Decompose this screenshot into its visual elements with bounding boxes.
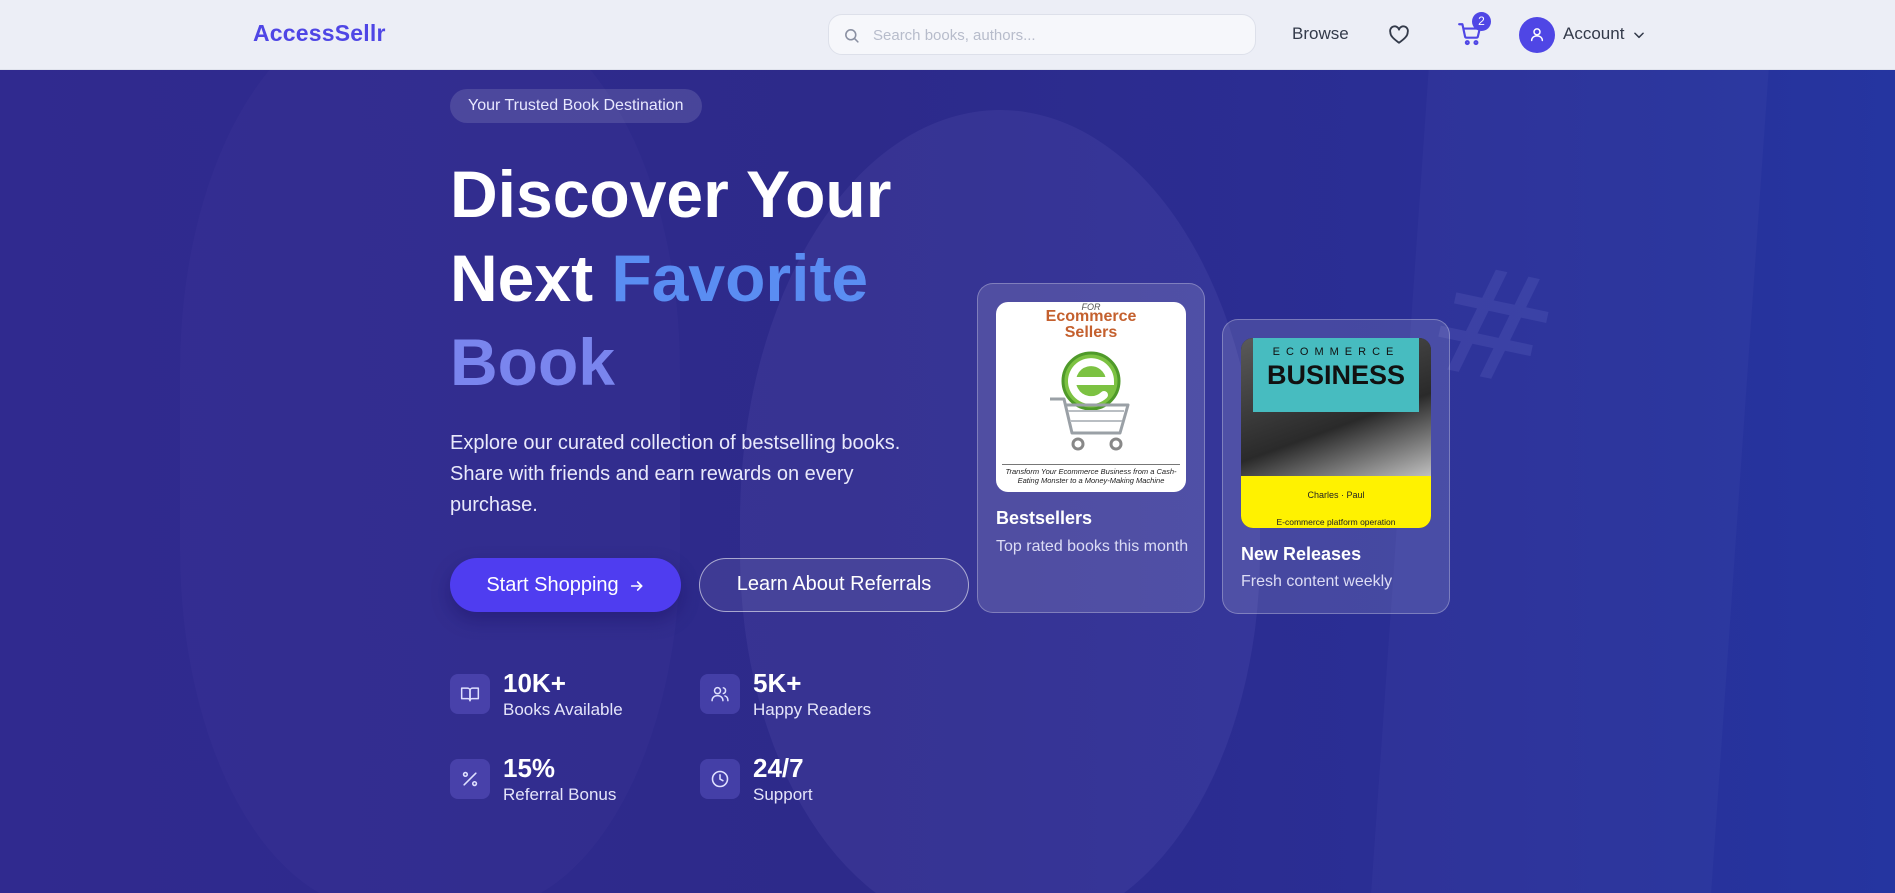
hero-heading-line-3: Book bbox=[450, 325, 615, 399]
browse-link[interactable]: Browse bbox=[1292, 24, 1349, 44]
cart-count-badge: 2 bbox=[1472, 12, 1491, 31]
stat-value: 5K+ bbox=[753, 668, 802, 698]
stat-icon-box bbox=[700, 674, 740, 714]
cover-title: BUSINESS bbox=[1266, 360, 1406, 390]
stat-icon-box bbox=[700, 759, 740, 799]
book-icon bbox=[460, 687, 480, 702]
cover-bottom-text: E-commerce platform operation bbox=[1276, 517, 1396, 527]
stat-label: Referral Bonus bbox=[503, 785, 617, 804]
learn-about-referrals-button[interactable]: Learn About Referrals bbox=[699, 558, 969, 612]
stat-value: 24/7 bbox=[753, 753, 804, 783]
hero-heading-plain: Next bbox=[450, 241, 612, 315]
hero-heading: Discover Your Next Favorite Book bbox=[450, 152, 990, 404]
chevron-down-icon[interactable] bbox=[1632, 28, 1646, 42]
hero-heading-line-2: Next Favorite bbox=[450, 236, 990, 320]
stat-label: Happy Readers bbox=[753, 700, 872, 719]
clock-icon bbox=[711, 770, 729, 788]
search-bar[interactable] bbox=[828, 14, 1256, 55]
bestsellers-card[interactable]: FOR Ecommerce Sellers Transform Your Eco… bbox=[977, 283, 1205, 613]
card-title: New Releases bbox=[1241, 544, 1362, 564]
stat-value: 15% bbox=[503, 753, 556, 783]
arrow-right-icon bbox=[630, 580, 643, 591]
book-cover-ecommerce-business[interactable]: ECOMMERCE BUSINESS Charles · Paul E-comm… bbox=[1241, 338, 1431, 528]
cover-title-line-2: Sellers bbox=[1064, 324, 1118, 341]
card-title: Bestsellers bbox=[996, 508, 1093, 528]
search-icon bbox=[845, 29, 859, 43]
cover-top-text: ECOMMERCE bbox=[1272, 346, 1400, 358]
hero-heading-line-1: Discover Your bbox=[450, 157, 892, 231]
card-subtitle: Fresh content weekly bbox=[1241, 573, 1393, 590]
stat-label: Support bbox=[753, 785, 813, 804]
stat-icon-box bbox=[450, 674, 490, 714]
tagline-badge: Your Trusted Book Destination bbox=[450, 89, 702, 123]
cover-footer: Charles · Paul E-commerce platform opera… bbox=[1241, 476, 1431, 528]
cover-subtitle: Transform Your Ecommerce Business from a… bbox=[1002, 464, 1180, 485]
book-cover-ecommerce-sellers[interactable]: FOR Ecommerce Sellers Transform Your Eco… bbox=[996, 302, 1186, 492]
top-navbar: AccessSellr Browse 2 Account bbox=[0, 0, 1895, 70]
hero-heading-accent: Favorite bbox=[611, 241, 869, 315]
account-menu-label[interactable]: Account bbox=[1563, 24, 1624, 44]
new-releases-card[interactable]: ECOMMERCE BUSINESS Charles · Paul E-comm… bbox=[1222, 319, 1450, 614]
start-shopping-label: Start Shopping bbox=[486, 574, 619, 596]
cover-title-band: ECOMMERCE BUSINESS bbox=[1253, 338, 1419, 412]
avatar[interactable] bbox=[1519, 17, 1555, 53]
stat-label: Books Available bbox=[503, 700, 623, 719]
cover-author: Charles · Paul bbox=[1307, 490, 1365, 500]
cover-title: Ecommerce Sellers bbox=[996, 309, 1186, 341]
logo[interactable]: AccessSellr bbox=[253, 20, 386, 47]
shopping-cart-illustration bbox=[1050, 351, 1130, 451]
user-icon bbox=[1530, 28, 1544, 42]
cover-title-line-1: Ecommerce bbox=[1045, 308, 1137, 325]
stat-icon-box bbox=[450, 759, 490, 799]
hero-description: Explore our curated collection of bestse… bbox=[450, 432, 901, 516]
search-input[interactable] bbox=[873, 24, 1233, 46]
users-icon bbox=[711, 686, 729, 702]
percent-icon bbox=[462, 771, 478, 787]
card-subtitle: Top rated books this month bbox=[996, 538, 1189, 555]
heart-icon[interactable] bbox=[1388, 24, 1410, 46]
start-shopping-button[interactable]: Start Shopping bbox=[450, 558, 681, 612]
stat-value: 10K+ bbox=[503, 668, 566, 698]
